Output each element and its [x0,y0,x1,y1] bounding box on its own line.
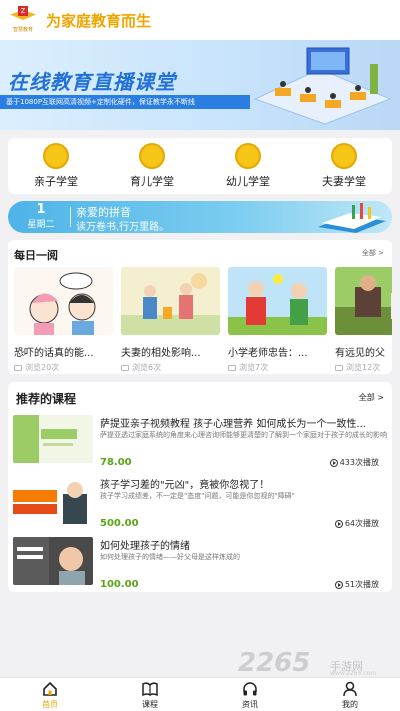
article-views: 浏览20次 [14,362,113,373]
course-title: 如何处理孩子的情绪 [100,541,190,552]
nav-home[interactable]: 首页 [20,678,80,711]
course-description: 孩子学习成绩差，不一定是"态度"问题，可能是你忽视的"障碍" [100,492,295,500]
course-item[interactable]: 孩子学习差的"元凶"，竟被你忽视了！ 孩子学习成绩差，不一定是"态度"问题，可能… [13,476,387,536]
family-icon [43,143,69,169]
book-illustration [318,203,386,233]
play-icon [334,519,343,528]
watermark-url: www.2265.com [330,670,377,677]
atom-icon [235,143,261,169]
watermark-number: 2265 [238,648,311,678]
user-icon [343,681,357,697]
nav-courses[interactable]: 课程 [120,678,180,711]
date-day: 1 [36,202,46,217]
article-views: 浏览6次 [121,362,220,373]
nav-label: 资讯 [242,700,258,709]
course-description: 萨提亚透过家庭系统的角度来心理咨询师能够更清楚的了解到一个家庭对于孩子的成长的影… [100,431,387,439]
course-item[interactable]: 如何处理孩子的情绪 如何处理孩子的情绪——好父母是这样炼成的 100.00 51… [13,537,387,592]
lightbulb-icon [139,143,165,169]
headphones-icon [243,682,257,696]
course-plays: 433次播放 [329,457,379,468]
section-title: 每日一阅 [14,249,58,262]
pinyin-subtitle: 读万卷书,行万里路。 [76,222,170,233]
live-class-banner[interactable]: 在线教育直播课堂 基于1080P互联网高清视频+定制化硬件，保证教学永不断线 [0,40,400,130]
course-plays: 64次播放 [334,518,379,529]
brand-slogan: 为家庭教育而生 [46,11,152,30]
nav-news[interactable]: 资讯 [220,678,280,711]
course-item[interactable]: 萨提亚亲子视频教程 孩子心理营养 如何成长为一个一致性... 萨提亚透过家庭系统… [13,415,387,475]
course-title: 孩子学习差的"元凶"，竟被你忽视了！ [100,480,270,491]
nav-label: 我的 [342,700,358,709]
nav-label: 首页 [42,700,58,709]
category-label: 亲子学堂 [34,175,78,188]
play-icon [334,580,343,589]
nav-mine[interactable]: 我的 [320,678,380,711]
course-plays: 51次播放 [334,579,379,590]
date-box: 1 星期二 [16,202,66,231]
category-couple[interactable]: 夫妻学堂 [304,143,384,189]
article-title: 有远见的父 [335,348,385,359]
category-parent-child[interactable]: 亲子学堂 [16,143,96,189]
course-thumbnail [13,476,93,524]
daily-item[interactable]: 有远见的父 浏览12次 [335,267,392,373]
views-icon [121,364,129,371]
daily-item[interactable]: 夫妻的相处影响... 浏览6次 [121,267,220,373]
site-watermark: 2265 手游网 www.2265.com [238,648,398,678]
play-icon [329,458,338,467]
views-icon [228,364,236,371]
article-views: 浏览7次 [228,362,327,373]
logo: Z 智慧教育 [8,4,38,36]
course-description: 如何处理孩子的情绪——好父母是这样炼成的 [100,553,240,561]
daily-item[interactable]: 恐吓的话真的能... 浏览20次 [14,267,113,373]
couple-icon [331,143,357,169]
article-title: 恐吓的话真的能... [14,348,94,359]
recommended-courses-section: 推荐的课程 全部 > 萨提亚亲子视频教程 孩子心理营养 如何成长为一个一致性..… [8,382,392,592]
article-title: 夫妻的相处影响... [121,348,201,359]
course-thumbnail [13,415,93,463]
banner-title: 在线教育直播课堂 [8,70,176,94]
recommended-more-link[interactable]: 全部 > [359,392,384,403]
category-card: 亲子学堂 育儿学堂 幼儿学堂 夫妻学堂 [8,138,392,194]
article-thumbnail [14,267,113,335]
classroom-illustration [253,47,392,125]
daily-more-link[interactable]: 全部 > [362,248,384,258]
views-icon [14,364,22,371]
category-label: 育儿学堂 [130,175,174,188]
section-title: 推荐的课程 [16,392,77,406]
article-thumbnail [228,267,327,335]
article-title: 小学老师忠告：... [228,348,308,359]
article-thumbnail [335,267,392,335]
daily-item[interactable]: 小学老师忠告：... 浏览7次 [228,267,327,373]
banner-subtitle: 基于1080P互联网高清视频+定制化硬件，保证教学永不断线 [6,98,195,106]
category-label: 夫妻学堂 [322,175,366,188]
daily-reading-section: 每日一阅 全部 > 恐吓的话真的能... 浏览20次 夫妻的相处影响... 浏览… [8,240,392,374]
views-icon [335,364,343,371]
date-weekday: 星期二 [27,220,55,230]
bottom-nav: 首页 课程 资讯 我的 [0,677,400,711]
category-label: 幼儿学堂 [226,175,270,188]
article-thumbnail [121,267,220,335]
category-preschool[interactable]: 幼儿学堂 [208,143,288,189]
article-views: 浏览12次 [335,362,392,373]
home-icon [43,681,57,696]
pinyin-banner[interactable]: 1 星期二 亲爱的拼音 读万卷书,行万里路。 [8,201,392,233]
course-price: 500.00 [100,518,139,529]
course-price: 78.00 [100,457,132,468]
nav-label: 课程 [142,700,158,709]
app-header: Z 智慧教育 为家庭教育而生 [0,0,400,40]
course-price: 100.00 [100,579,139,590]
daily-list: 恐吓的话真的能... 浏览20次 夫妻的相处影响... 浏览6次 小学老师忠告：… [14,267,392,373]
course-title: 萨提亚亲子视频教程 孩子心理营养 如何成长为一个一致性... [100,419,366,430]
category-parenting[interactable]: 育儿学堂 [112,143,192,189]
book-icon [142,682,158,697]
course-thumbnail [13,537,93,585]
